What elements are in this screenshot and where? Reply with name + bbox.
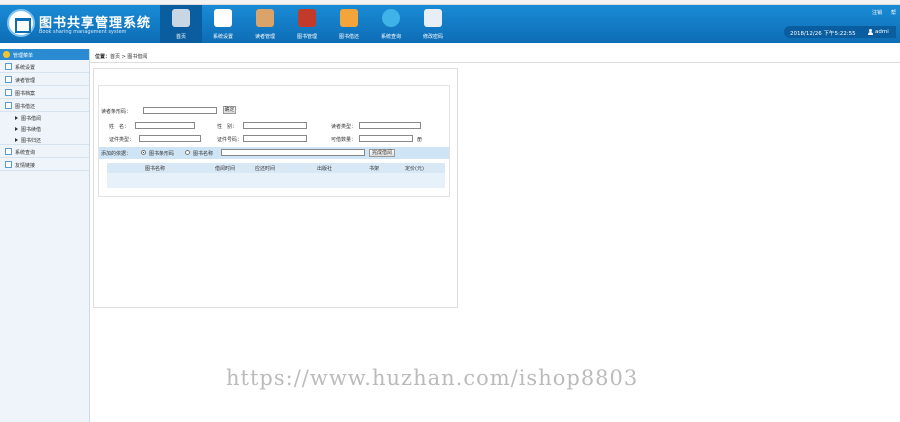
- main-panel: 读者条形码： 确定 姓 名： 性 别： 读者类型： 证件类型： 证件号码： 可借…: [93, 68, 458, 308]
- breadcrumb-path: 首页 > 图书借阅: [110, 54, 148, 60]
- top-nav: 首页 系统设置 读者管理 图书管理 图书借还 系统查询 修改密码: [160, 5, 454, 43]
- add-basis-bar: 添加的依据： 图书条形码 图书名称 完成借阅: [99, 147, 449, 159]
- col-publisher: 出版社: [317, 166, 333, 172]
- book-query-input[interactable]: [221, 149, 365, 156]
- sidebar-subitem-borrow[interactable]: 图书借阅: [0, 112, 89, 123]
- app-subtitle: Book sharing management system: [39, 29, 127, 35]
- sidebar: 管理菜单 系统设置 读者管理 图书档案 图书借还 图书借阅 图书续借 图书归还 …: [0, 49, 90, 422]
- nav-home[interactable]: 首页: [160, 5, 202, 43]
- sidebar-item-system-query[interactable]: 系统查询: [0, 145, 89, 158]
- sex-label: 性 别：: [217, 124, 238, 130]
- help-link[interactable]: 帮: [891, 9, 896, 16]
- borrow-table: 图书名称 借阅时间 应还时间 出版社 书架 定价(元): [107, 163, 445, 188]
- col-due-time: 应还时间: [255, 166, 276, 172]
- search-icon: [382, 9, 400, 27]
- folder-icon: [5, 76, 12, 83]
- breadcrumb-prefix: 位置：: [95, 54, 111, 60]
- app-header: 图书共享管理系统 Book sharing management system …: [0, 5, 900, 43]
- watermark: https://www.huzhan.com/ishop8803: [226, 366, 639, 390]
- current-user: admi: [875, 29, 889, 35]
- sidebar-item-book-borrow-return[interactable]: 图书借还: [0, 99, 89, 112]
- can-borrow-label: 可借数量：: [331, 137, 357, 143]
- printer-icon: [172, 9, 190, 27]
- reader-type-label: 读者类型：: [331, 124, 357, 130]
- nav-system-query[interactable]: 系统查询: [370, 5, 412, 43]
- nav-book-borrow-return[interactable]: 图书借还: [328, 5, 370, 43]
- app-logo: 图书共享管理系统 Book sharing management system: [5, 7, 165, 41]
- name-label: 姓 名：: [109, 124, 130, 130]
- nav-change-password[interactable]: 修改密码: [412, 5, 454, 43]
- logout-link[interactable]: 注销: [872, 9, 882, 16]
- id-type-field[interactable]: [139, 135, 201, 142]
- folder-icon: [5, 148, 12, 155]
- book-icon: [298, 9, 316, 27]
- tools-icon: [214, 9, 232, 27]
- col-shelf: 书架: [369, 166, 380, 172]
- borrow-form: 读者条形码： 确定 姓 名： 性 别： 读者类型： 证件类型： 证件号码： 可借…: [98, 85, 450, 197]
- arrow-right-icon: [15, 138, 18, 142]
- sidebar-item-book-archive[interactable]: 图书档案: [0, 86, 89, 99]
- current-datetime: 2018/12/26 下午5:22:55: [790, 31, 856, 37]
- table-header: 图书名称 借阅时间 应还时间 出版社 书架 定价(元): [107, 163, 445, 173]
- folder-icon: [5, 102, 12, 109]
- col-borrow-time: 借阅时间: [215, 166, 236, 172]
- arrow-right-icon: [15, 116, 18, 120]
- pen-icon: [424, 9, 442, 27]
- reader-barcode-label: 读者条形码：: [101, 109, 132, 115]
- sidebar-item-reader-management[interactable]: 读者管理: [0, 73, 89, 86]
- id-number-label: 证件号码：: [217, 137, 243, 143]
- col-book-name: 图书名称: [145, 166, 166, 172]
- folder-icon: [5, 89, 12, 96]
- id-number-field[interactable]: [243, 135, 307, 142]
- radio-by-barcode[interactable]: [141, 150, 146, 155]
- logo-emblem-icon: [7, 9, 35, 37]
- radio-by-name[interactable]: [185, 150, 190, 155]
- reader-type-field[interactable]: [359, 122, 421, 129]
- confirm-button[interactable]: 确定: [223, 106, 236, 114]
- radio-barcode-label: 图书条形码: [149, 151, 175, 157]
- folder-icon: [5, 63, 12, 70]
- add-basis-label: 添加的依据：: [101, 151, 132, 157]
- finish-borrow-button[interactable]: 完成借阅: [369, 149, 395, 157]
- sidebar-subitem-return[interactable]: 图书归还: [0, 134, 89, 145]
- sidebar-subitem-renew[interactable]: 图书续借: [0, 123, 89, 134]
- id-type-label: 证件类型：: [109, 137, 135, 143]
- sidebar-heading: 管理菜单: [0, 49, 89, 60]
- name-field[interactable]: [135, 122, 195, 129]
- col-price: 定价(元): [405, 166, 424, 172]
- readers-icon: [256, 9, 274, 27]
- reader-barcode-input[interactable]: [143, 107, 217, 114]
- breadcrumb: 位置：首页 > 图书借阅: [90, 49, 900, 63]
- can-borrow-field[interactable]: [359, 135, 413, 142]
- nav-reader-management[interactable]: 读者管理: [244, 5, 286, 43]
- radio-name-label: 图书名称: [193, 151, 214, 157]
- user-icon: [868, 29, 873, 35]
- menu-dot-icon: [3, 51, 10, 58]
- status-box: 2018/12/26 下午5:22:55 admi: [784, 26, 896, 38]
- sex-field[interactable]: [243, 122, 307, 129]
- unit-label: 册: [417, 137, 423, 143]
- header-right: 注销 帮 2018/12/26 下午5:22:55 admi: [776, 5, 896, 43]
- sidebar-item-friend-links[interactable]: 友情链接: [0, 158, 89, 171]
- nav-book-management[interactable]: 图书管理: [286, 5, 328, 43]
- arrow-right-icon: [15, 127, 18, 131]
- folder-icon: [5, 161, 12, 168]
- chart-icon: [340, 9, 358, 27]
- sidebar-item-system-settings[interactable]: 系统设置: [0, 60, 89, 73]
- nav-system-settings[interactable]: 系统设置: [202, 5, 244, 43]
